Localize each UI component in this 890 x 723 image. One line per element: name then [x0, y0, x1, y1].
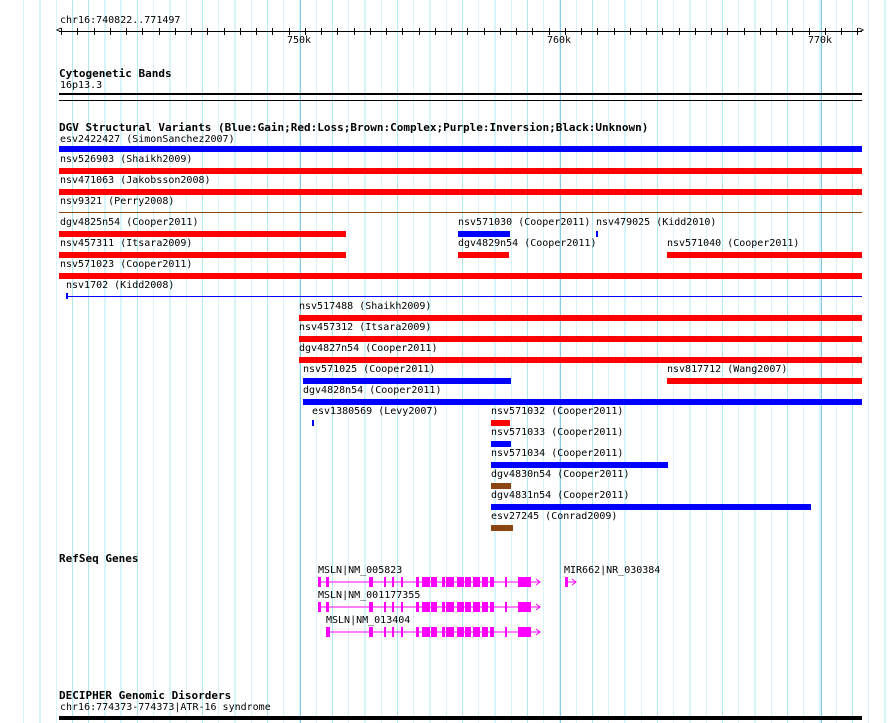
gene-exon[interactable] — [446, 627, 454, 637]
gene-exon[interactable] — [482, 602, 488, 612]
gene-exon[interactable] — [401, 602, 403, 612]
gene-exon[interactable] — [482, 627, 488, 637]
gene-exon[interactable] — [422, 577, 430, 587]
gene-exon[interactable] — [431, 627, 437, 637]
gene-exon[interactable] — [457, 627, 464, 637]
gene-exon[interactable] — [473, 602, 480, 612]
gene-exon[interactable] — [457, 602, 464, 612]
strand-arrow-icon — [530, 603, 541, 611]
strand-arrow-icon — [530, 628, 541, 636]
gene-exon[interactable] — [442, 627, 445, 637]
gene-exon[interactable] — [401, 627, 403, 637]
gene-exon[interactable] — [465, 602, 471, 612]
gene-exon[interactable] — [505, 577, 507, 587]
gene-exon[interactable] — [446, 602, 454, 612]
gene-exon[interactable] — [384, 577, 386, 587]
gene-exon[interactable] — [442, 602, 445, 612]
gene-exon[interactable] — [416, 627, 419, 637]
gene-exon[interactable] — [326, 627, 330, 637]
gene-exon[interactable] — [392, 577, 394, 587]
gene-exon[interactable] — [465, 627, 471, 637]
gene-exon[interactable] — [490, 627, 494, 637]
strand-arrow-icon — [530, 578, 541, 586]
gene-exon[interactable] — [565, 577, 568, 587]
gene-exon[interactable] — [422, 627, 430, 637]
decipher-entry-label[interactable]: chr16:774373-774373|ATR-16 syndrome — [60, 702, 271, 714]
strand-arrow-icon — [568, 578, 577, 586]
gene-exon[interactable] — [369, 602, 373, 612]
gene-exon[interactable] — [482, 577, 488, 587]
gene-models — [318, 577, 577, 637]
decipher-track-title[interactable]: DECIPHER Genomic Disorders — [59, 689, 231, 702]
gene-exon[interactable] — [446, 577, 454, 587]
gene-exon[interactable] — [416, 602, 419, 612]
gene-exon[interactable] — [505, 627, 507, 637]
gene-exon[interactable] — [518, 627, 531, 637]
gene-exon[interactable] — [318, 602, 321, 612]
gene-exon[interactable] — [384, 627, 386, 637]
gene-exon[interactable] — [369, 577, 373, 587]
gene-exon[interactable] — [431, 577, 437, 587]
gene-exon[interactable] — [490, 602, 494, 612]
gene-exon[interactable] — [518, 602, 531, 612]
gene-exon[interactable] — [422, 602, 430, 612]
gene-exon[interactable] — [326, 602, 329, 612]
genome-browser: chr16:740822..771497 < > 750k 760k 770k … — [0, 0, 890, 723]
gene-exon[interactable] — [369, 627, 373, 637]
decipher-entry-bar[interactable] — [59, 716, 862, 720]
gene-exon[interactable] — [392, 602, 394, 612]
gene-exon[interactable] — [326, 577, 329, 587]
gene-exon[interactable] — [518, 577, 531, 587]
gene-exon[interactable] — [457, 577, 464, 587]
gene-exon[interactable] — [318, 577, 321, 587]
gene-exon[interactable] — [505, 602, 507, 612]
gene-exon[interactable] — [416, 577, 419, 587]
gene-exon[interactable] — [384, 602, 386, 612]
gene-exon[interactable] — [401, 577, 403, 587]
gene-exon[interactable] — [473, 627, 480, 637]
gene-exon[interactable] — [431, 602, 437, 612]
gene-exon[interactable] — [442, 577, 445, 587]
gene-exon[interactable] — [473, 577, 480, 587]
gene-exon[interactable] — [465, 577, 471, 587]
gene-exon[interactable] — [392, 627, 394, 637]
gene-exon[interactable] — [490, 577, 494, 587]
